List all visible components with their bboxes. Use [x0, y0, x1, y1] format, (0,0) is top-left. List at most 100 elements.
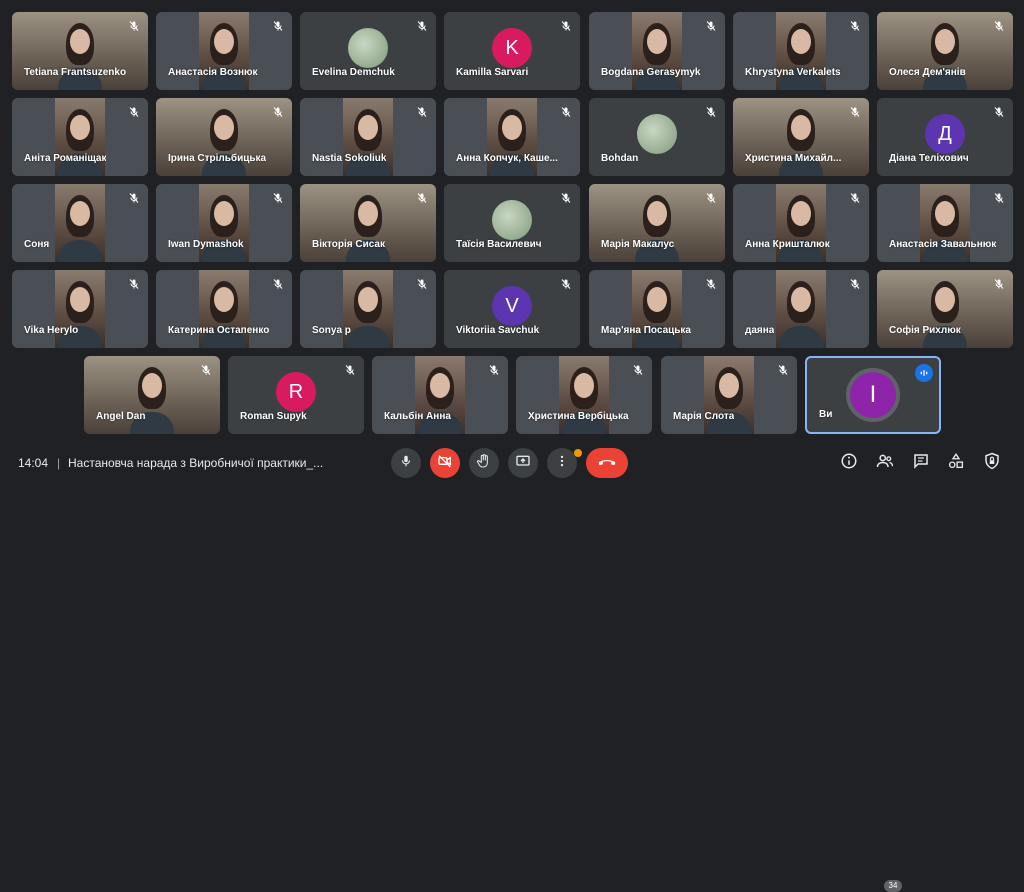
participant-tile[interactable]: Марія Слота [661, 356, 797, 434]
participant-name: Viktoriia Savchuk [456, 325, 540, 336]
participant-video [415, 356, 465, 434]
participant-tile[interactable]: Bogdana Gerasymyk [589, 12, 725, 90]
participant-video [199, 12, 249, 90]
participant-tile[interactable]: Sonya p [300, 270, 436, 348]
participant-tile[interactable]: Angel Dan [84, 356, 220, 434]
participant-video [632, 12, 682, 90]
participant-tile[interactable]: Аніта Романіщак [12, 98, 148, 176]
present-button[interactable] [508, 448, 538, 478]
notification-dot [574, 449, 582, 457]
participant-name: Kamilla Sarvari [456, 67, 529, 78]
participant-tile[interactable]: Вікторія Сисак [300, 184, 436, 262]
leave-call-button[interactable] [586, 448, 628, 478]
participant-video [487, 98, 537, 176]
participant-tile[interactable]: Таїсія Василевич [444, 184, 580, 262]
participant-name: Катерина Остапенко [168, 325, 270, 336]
mic-muted-icon [414, 190, 430, 206]
participant-name: Evelina Demchuk [312, 67, 395, 78]
participant-tile[interactable]: I Ви [805, 356, 941, 434]
participant-tile[interactable]: Анна Копчук, Каше... [444, 98, 580, 176]
separator: | [57, 456, 61, 470]
participant-tile[interactable]: Кальбін Анна [372, 356, 508, 434]
participant-tile[interactable]: Khrystyna Verkalets [733, 12, 869, 90]
participant-tile[interactable]: Анастасія Вознюк [156, 12, 292, 90]
participant-name: Христина Вербіцька [528, 411, 629, 422]
mic-muted-icon [558, 104, 574, 120]
participant-tile[interactable]: Tetiana Frantsuzenko [12, 12, 148, 90]
participant-video [920, 184, 970, 262]
participant-name: Аніта Романіщак [24, 153, 107, 164]
more-options-button[interactable] [547, 448, 577, 478]
mic-muted-icon [991, 276, 1007, 292]
host-controls-button[interactable] [980, 451, 1004, 475]
camera-off-icon [437, 453, 453, 474]
camera-button[interactable] [430, 448, 460, 478]
people-button[interactable] [873, 451, 897, 475]
raise-hand-button[interactable] [469, 448, 499, 478]
mic-muted-icon [775, 362, 791, 378]
participant-name: Анна Кришталюк [745, 239, 830, 250]
mic-muted-icon [126, 190, 142, 206]
participant-tile[interactable]: Мар'яна Посацька [589, 270, 725, 348]
participant-name: Кальбін Анна [384, 411, 451, 422]
end-call-icon [597, 454, 617, 472]
participant-name: Марія Макалус [601, 239, 675, 250]
mic-muted-icon [847, 104, 863, 120]
participant-tile[interactable]: Iwan Dymashok [156, 184, 292, 262]
participant-name: Khrystyna Verkalets [745, 67, 841, 78]
participant-tile[interactable]: Ірина Стрільбицька [156, 98, 292, 176]
participant-tile[interactable]: Evelina Demchuk [300, 12, 436, 90]
participant-tile[interactable]: Соня [12, 184, 148, 262]
participant-tile[interactable]: K Kamilla Sarvari [444, 12, 580, 90]
mic-muted-icon [126, 104, 142, 120]
meeting-title[interactable]: Настановча нарада з Виробничої практики_… [68, 456, 323, 470]
participant-name: даяна [745, 325, 775, 336]
participant-name: Марія Слота [673, 411, 735, 422]
people-icon [876, 452, 894, 475]
participant-name: Анастасія Вознюк [168, 67, 258, 78]
mic-muted-icon [991, 18, 1007, 34]
participant-tile[interactable]: Марія Макалус [589, 184, 725, 262]
participant-tile[interactable]: Vika Herylo [12, 270, 148, 348]
microphone-button[interactable] [391, 448, 421, 478]
participant-tile[interactable]: Олеся Дем'янів [877, 12, 1013, 90]
more-icon [555, 454, 569, 473]
participant-tile[interactable]: R Roman Supyk [228, 356, 364, 434]
participant-name: Iwan Dymashok [168, 239, 244, 250]
mic-muted-icon [558, 276, 574, 292]
mic-muted-icon [847, 190, 863, 206]
participant-name: Олеся Дем'янів [889, 67, 966, 78]
mic-muted-icon [558, 190, 574, 206]
avatar: R [276, 372, 316, 412]
participant-tile[interactable]: Nastia Sokoliuk [300, 98, 436, 176]
mic-muted-icon [414, 276, 430, 292]
participant-tile[interactable]: даяна [733, 270, 869, 348]
meeting-details-button[interactable] [837, 451, 861, 475]
mic-muted-icon [991, 190, 1007, 206]
participant-tile[interactable]: Софія Рихлюк [877, 270, 1013, 348]
participant-tile[interactable]: Bohdan [589, 98, 725, 176]
mic-muted-icon [270, 18, 286, 34]
present-icon [515, 453, 531, 474]
mic-muted-icon [126, 18, 142, 34]
participant-tile[interactable]: Д Діана Теліхович [877, 98, 1013, 176]
participant-tile[interactable]: Анна Кришталюк [733, 184, 869, 262]
participant-video [343, 270, 393, 348]
participant-video [55, 270, 105, 348]
participant-name: Nastia Sokoliuk [312, 153, 387, 164]
activities-button[interactable] [944, 451, 968, 475]
chat-button[interactable] [909, 451, 933, 475]
avatar: K [492, 28, 532, 68]
avatar [348, 28, 388, 68]
mic-muted-icon [126, 276, 142, 292]
mic-muted-icon [703, 18, 719, 34]
mic-muted-icon [630, 362, 646, 378]
participant-tile[interactable]: Катерина Остапенко [156, 270, 292, 348]
avatar [637, 114, 677, 154]
participant-tile[interactable]: Христина Михайл... [733, 98, 869, 176]
mic-muted-icon [703, 190, 719, 206]
participant-tile[interactable]: V Viktoriia Savchuk [444, 270, 580, 348]
mic-muted-icon [558, 18, 574, 34]
participant-tile[interactable]: Анастасія Завальнюк [877, 184, 1013, 262]
participant-tile[interactable]: Христина Вербіцька [516, 356, 652, 434]
